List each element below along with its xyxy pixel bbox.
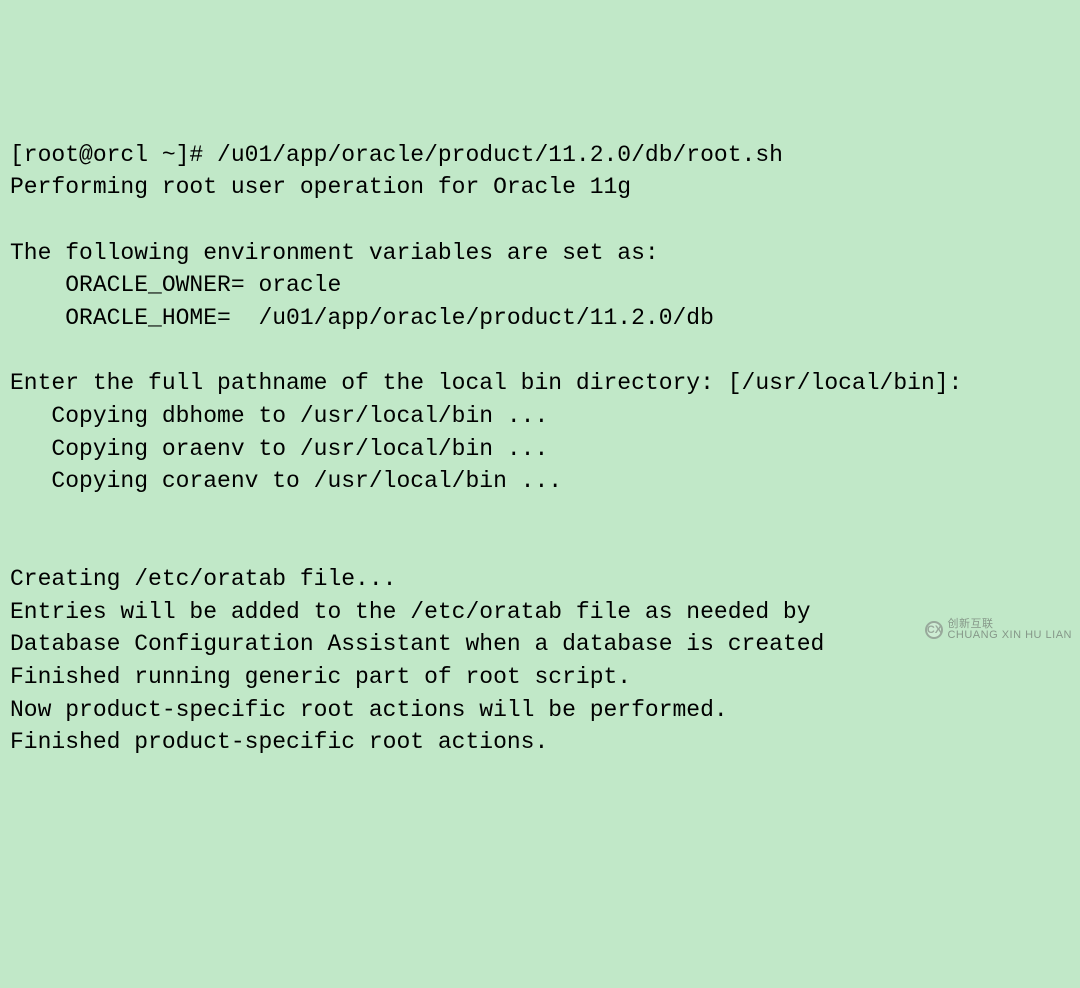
terminal-line: Database Configuration Assistant when a … — [10, 628, 1070, 661]
terminal-line: Finished product-specific root actions. — [10, 726, 1070, 759]
terminal-line — [10, 531, 1070, 564]
terminal-line: Performing root user operation for Oracl… — [10, 171, 1070, 204]
terminal-line: Enter the full pathname of the local bin… — [10, 367, 1070, 400]
terminal-line: Entries will be added to the /etc/oratab… — [10, 596, 1070, 629]
watermark-icon-text: CX — [927, 623, 942, 639]
watermark-logo-icon: CX — [925, 621, 943, 639]
terminal-line — [10, 335, 1070, 368]
watermark-text: 创新互联 CHUANG XIN HU LIAN — [947, 619, 1072, 642]
terminal-line: Creating /etc/oratab file... — [10, 563, 1070, 596]
terminal-output: [root@orcl ~]# /u01/app/oracle/product/1… — [10, 139, 1070, 759]
terminal-line: [root@orcl ~]# /u01/app/oracle/product/1… — [10, 139, 1070, 172]
terminal-line: Copying dbhome to /usr/local/bin ... — [10, 400, 1070, 433]
terminal-line — [10, 204, 1070, 237]
terminal-line: Now product-specific root actions will b… — [10, 694, 1070, 727]
watermark: CX 创新互联 CHUANG XIN HU LIAN — [925, 619, 1072, 642]
terminal-line: ORACLE_OWNER= oracle — [10, 269, 1070, 302]
terminal-line: ORACLE_HOME= /u01/app/oracle/product/11.… — [10, 302, 1070, 335]
terminal-line: The following environment variables are … — [10, 237, 1070, 270]
watermark-line2: CHUANG XIN HU LIAN — [947, 630, 1072, 642]
terminal-line: Copying oraenv to /usr/local/bin ... — [10, 433, 1070, 466]
terminal-line — [10, 498, 1070, 531]
terminal-line: Copying coraenv to /usr/local/bin ... — [10, 465, 1070, 498]
terminal-line: Finished running generic part of root sc… — [10, 661, 1070, 694]
